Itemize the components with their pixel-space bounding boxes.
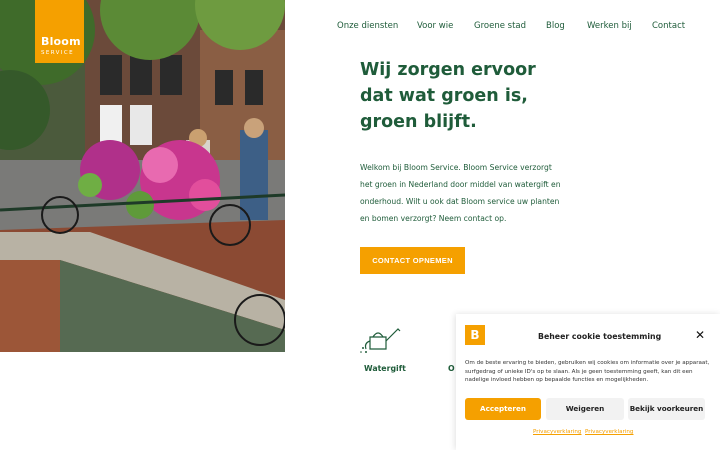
watering-can-icon — [360, 328, 401, 353]
headline-line-3: groen blijft. — [360, 112, 477, 132]
cookie-brand-badge: B — [465, 325, 485, 345]
service-label: Watergift — [364, 364, 406, 373]
headline-line-2: dat wat groen is, — [360, 86, 528, 106]
privacy-link[interactable]: Privacyverklaring — [585, 429, 633, 435]
nav-item-onze-diensten[interactable]: Onze diensten — [337, 21, 398, 31]
contact-button[interactable]: CONTACT OPNEMEN — [360, 247, 465, 274]
privacy-link[interactable]: Privacyverklaring — [533, 429, 581, 435]
logo-name: Bloom — [41, 35, 81, 48]
page-headline: Wij zorgen ervoor dat wat groen is, groe… — [360, 57, 610, 135]
view-preferences-button[interactable]: Bekijk voorkeuren — [628, 398, 705, 420]
intro-text: Welkom bij Bloom Service. Bloom Service … — [360, 163, 561, 223]
headline-line-1: Wij zorgen ervoor — [360, 60, 536, 80]
service-label: O — [448, 364, 455, 373]
close-icon[interactable]: ✕ — [695, 329, 705, 341]
nav-item-werken-bij[interactable]: Werken bij — [587, 21, 632, 31]
cookie-message: Om de beste ervaring te bieden, gebruike… — [465, 360, 710, 384]
deny-cookies-button[interactable]: Weigeren — [546, 398, 624, 420]
cookie-consent-dialog: B Beheer cookie toestemming ✕ Om de best… — [456, 314, 720, 450]
nav-item-contact[interactable]: Contact — [652, 21, 685, 31]
nav-item-groene-stad[interactable]: Groene stad — [474, 21, 526, 31]
main-nav: Onze diensten Voor wie Groene stad Blog … — [0, 21, 720, 35]
accept-cookies-button[interactable]: Accepteren — [465, 398, 541, 420]
cookie-title: Beheer cookie toestemming — [538, 332, 662, 341]
logo-sub: SERVICE — [41, 50, 74, 56]
nav-item-voor-wie[interactable]: Voor wie — [417, 21, 453, 31]
nav-item-blog[interactable]: Blog — [546, 21, 565, 31]
